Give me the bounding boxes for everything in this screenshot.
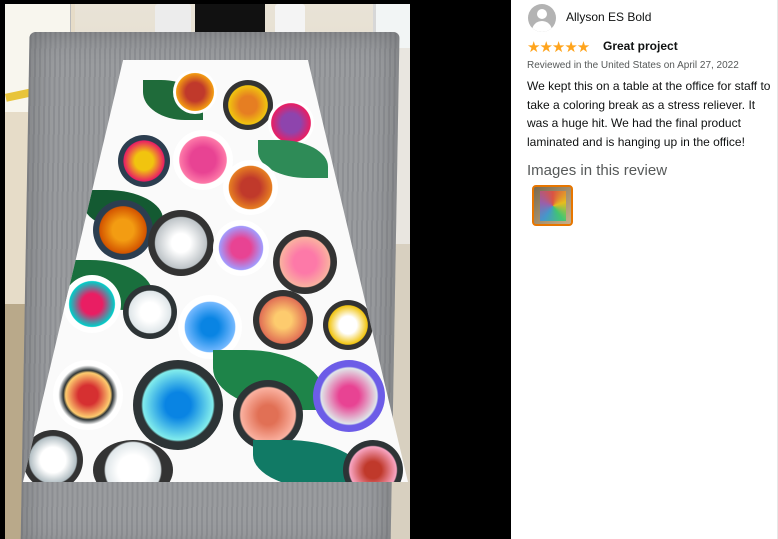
review-body: We kept this on a table at the office fo… bbox=[527, 79, 771, 149]
star-rating[interactable]: ★★★★★ bbox=[527, 38, 590, 56]
review-title[interactable]: Great project bbox=[603, 39, 678, 53]
user-avatar-icon[interactable] bbox=[528, 4, 556, 32]
images-heading: Images in this review bbox=[527, 162, 668, 179]
review-photo bbox=[5, 4, 410, 539]
review-image-thumbnail[interactable] bbox=[532, 185, 573, 226]
review-panel: Allyson ES Bold ★★★★★ Great project Revi… bbox=[511, 0, 778, 539]
thumbnail-image bbox=[540, 191, 566, 221]
review-date: Reviewed in the United States on April 2… bbox=[527, 60, 739, 71]
reviewer-name[interactable]: Allyson ES Bold bbox=[566, 10, 651, 24]
review-photo-panel bbox=[0, 0, 511, 539]
